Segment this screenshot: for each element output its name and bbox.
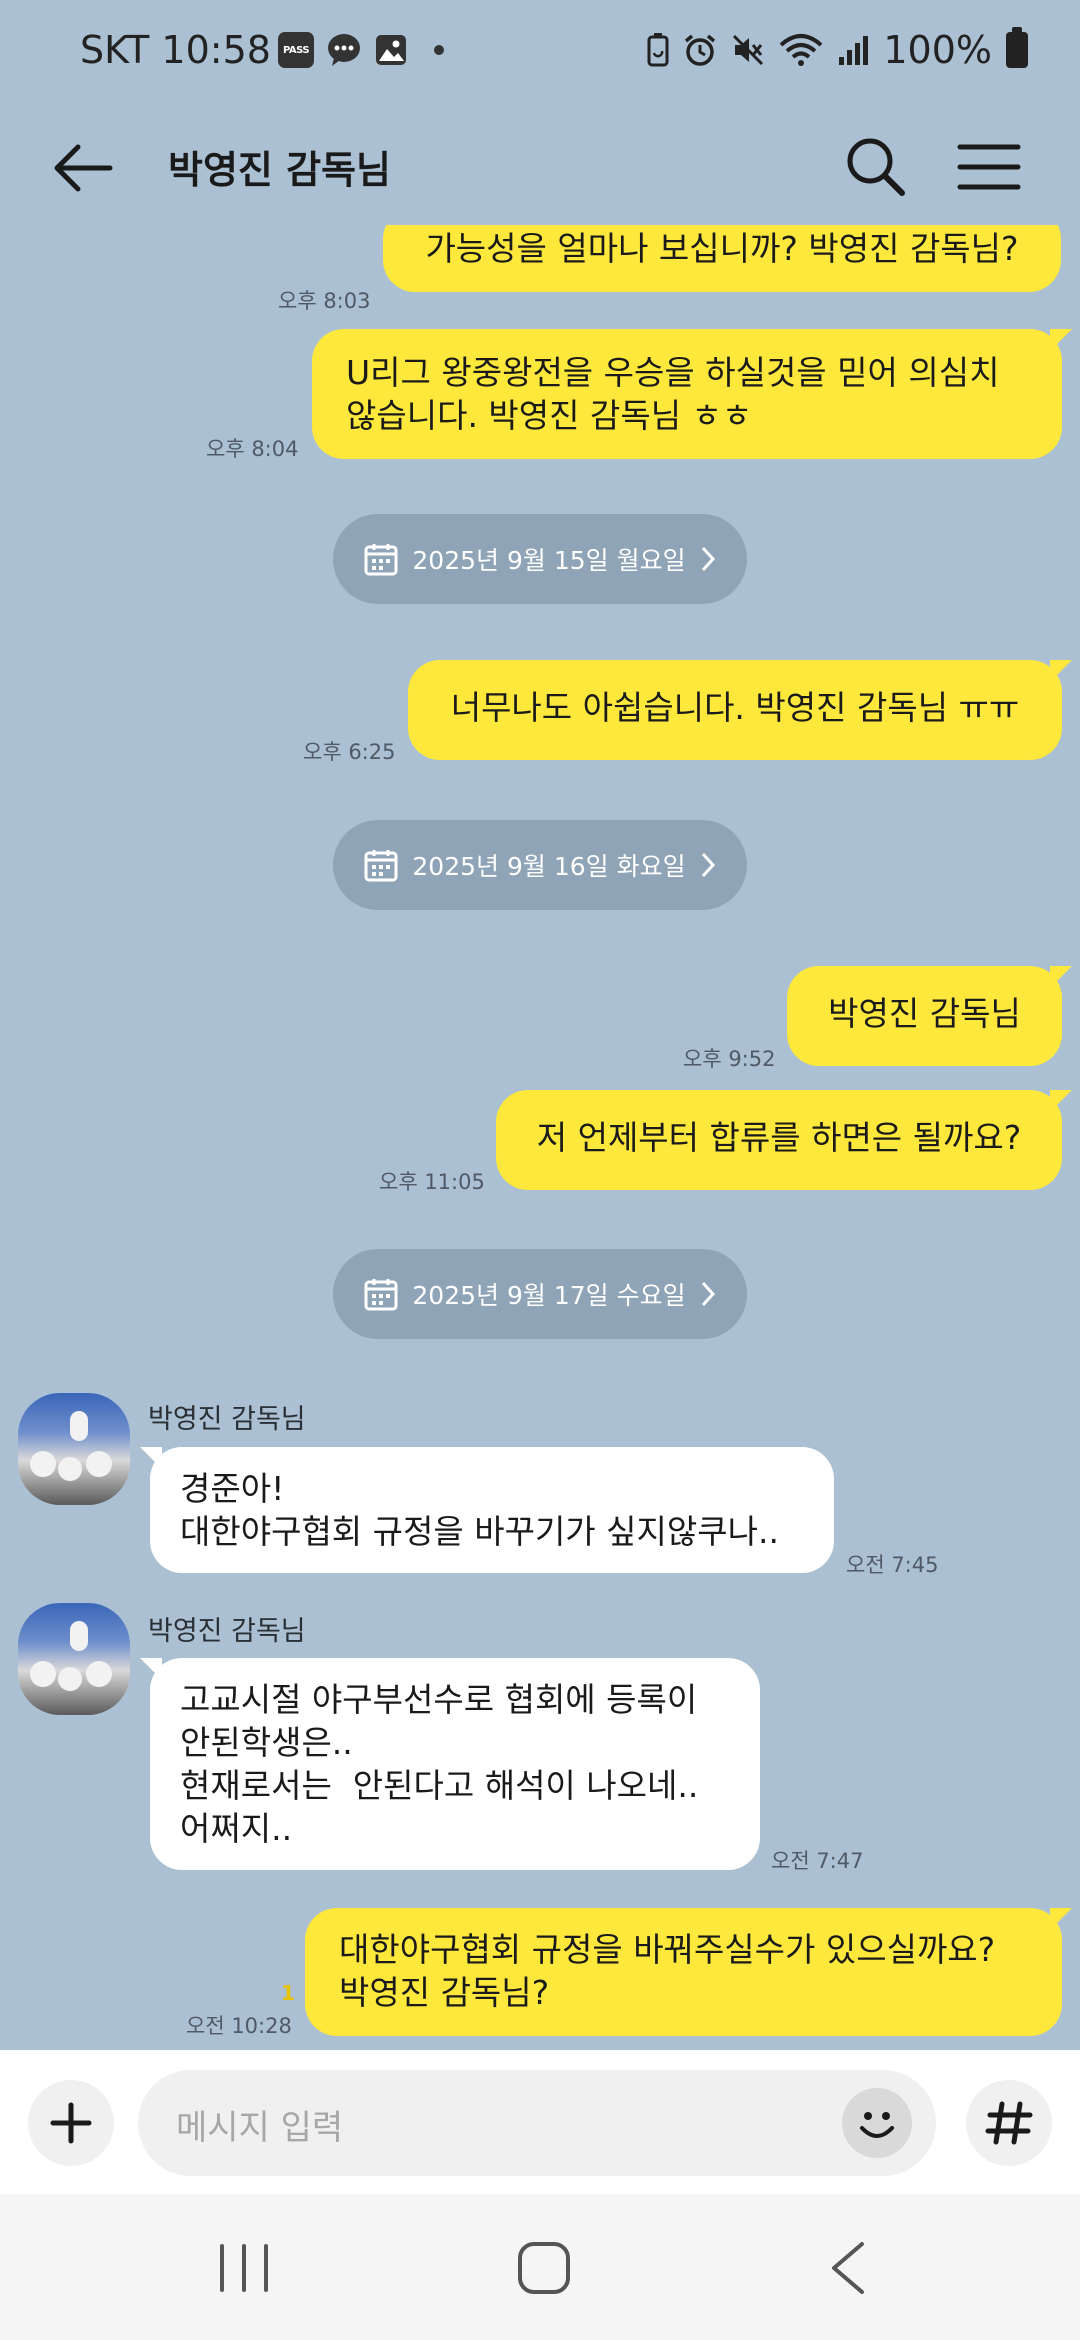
date-separator[interactable]: 2025년 9월 16일 화요일 [333, 820, 747, 910]
message-line: 어쩌지.. [180, 1809, 293, 1848]
my-message-bubble[interactable]: 너무나도 아쉽습니다. 박영진 감독님 ㅠㅠ [408, 660, 1072, 760]
emoji-button[interactable] [842, 2088, 912, 2158]
gallery-icon [376, 35, 406, 65]
clock: 10:58 [161, 28, 271, 72]
avatar-photo-detail [30, 1451, 56, 1477]
message-time: 오후 6:25 [303, 740, 396, 764]
system-nav-bar [0, 2194, 1080, 2340]
avatar[interactable] [18, 1393, 130, 1505]
message-line: 현재로서는 안된다고 해석이 나오네.. [180, 1766, 699, 1805]
dot-icon [434, 45, 444, 55]
date-text: 2025년 9월 17일 수요일 [412, 1281, 686, 1310]
message-line: 안된학생은.. [180, 1723, 353, 1762]
pass-icon: PASS [278, 32, 314, 68]
avatar-photo-detail [58, 1667, 82, 1691]
chat-header: 박영진 감독님 [0, 105, 1080, 225]
chat-title: 박영진 감독님 [168, 148, 391, 192]
message-icon [328, 34, 360, 66]
message-line: 않습니다. 박영진 감독님 ㅎㅎ [346, 396, 753, 435]
avatar-photo-detail [70, 1621, 88, 1651]
avatar[interactable] [18, 1603, 130, 1715]
message-input[interactable]: 메시지 입력 [138, 2070, 936, 2176]
avatar-photo-detail [86, 1451, 112, 1477]
message-time: 오전 10:28 [186, 2014, 292, 2038]
their-message-bubble[interactable]: 경준아! 대한야구협회 규정을 바꾸기가 싶지않쿠나.. [140, 1447, 834, 1573]
message-time: 오후 9:52 [683, 1047, 776, 1071]
back-arrow-icon[interactable] [48, 133, 118, 203]
my-message-bubble[interactable]: 저 언제부터 합류를 하면은 될까요? [496, 1090, 1072, 1190]
message-line: 대한야구협회 규정을 바꾸기가 싶지않쿠나.. [180, 1512, 779, 1551]
chevron-right-icon [701, 546, 715, 572]
date-separator[interactable]: 2025년 9월 17일 수요일 [333, 1249, 747, 1339]
notification-icons: PASS [278, 32, 444, 68]
message-line: 경준아! [180, 1469, 285, 1508]
avatar-photo-detail [86, 1661, 112, 1687]
message-text: 너무나도 아쉽습니다. 박영진 감독님 ㅠㅠ [450, 688, 1020, 727]
chevron-right-icon [701, 1281, 715, 1307]
system-status-icons: 100% [647, 27, 1028, 72]
search-icon[interactable] [840, 131, 910, 201]
message-input-bar: 메시지 입력 [0, 2050, 1080, 2194]
my-message-bubble[interactable]: 박영진 감독님 [787, 966, 1072, 1066]
hashtag-button[interactable] [966, 2080, 1052, 2166]
message-time: 오전 7:47 [771, 1849, 864, 1873]
battery-icon [1006, 27, 1028, 68]
sender-name: 박영진 감독님 [148, 1404, 306, 1435]
date-separator[interactable]: 2025년 9월 15일 월요일 [333, 514, 747, 604]
message-time: 오전 7:45 [846, 1553, 939, 1577]
message-line: U리그 왕중왕전을 우승을 하실것을 믿어 의심치 [346, 353, 1000, 392]
avatar-photo-detail [70, 1411, 88, 1441]
calendar-icon [364, 850, 398, 882]
message-time: 오후 8:03 [278, 289, 371, 313]
message-time: 오후 8:04 [206, 437, 299, 461]
attach-button[interactable] [28, 2080, 114, 2166]
my-message-bubble[interactable]: U리그 왕중왕전을 우승을 하실것을 믿어 의심치 않습니다. 박영진 감독님 … [312, 329, 1072, 459]
home-icon[interactable] [516, 2240, 572, 2296]
calendar-icon [364, 544, 398, 576]
avatar-photo-detail [58, 1457, 82, 1481]
date-text: 2025년 9월 16일 화요일 [412, 852, 686, 881]
plus-icon [50, 2102, 92, 2144]
mute-icon [733, 34, 764, 66]
message-text: 저 언제부터 합류를 하면은 될까요? [536, 1118, 1022, 1157]
their-message-bubble[interactable]: 고교시절 야구부선수로 협회에 등록이 안된학생은.. 현재로서는 안된다고 해… [140, 1658, 760, 1870]
message-text: 박영진 감독님 [828, 994, 1021, 1033]
signal-icon [839, 36, 869, 65]
sender-name: 박영진 감독님 [148, 1616, 306, 1647]
chevron-right-icon [701, 852, 715, 878]
emoji-icon [860, 2112, 894, 2138]
message-line: 대한야구협회 규정을 바꿔주실수가 있으실까요? [339, 1930, 996, 1969]
my-message-bubble[interactable]: 가능성을 얼마나 보십니까? 박영진 감독님? [383, 225, 1071, 292]
wifi-icon [780, 34, 823, 66]
message-list[interactable]: 가능성을 얼마나 보십니까? 박영진 감독님? 오후 8:03 U리그 왕중왕전… [0, 225, 1080, 2050]
message-text: 가능성을 얼마나 보십니까? 박영진 감독님? [425, 229, 1019, 268]
message-time: 오후 11:05 [379, 1170, 485, 1194]
carrier-label: SKT [80, 28, 150, 72]
my-message-bubble[interactable]: 대한야구협회 규정을 바꿔주실수가 있으실까요? 박영진 감독님? [305, 1908, 1072, 2036]
recents-icon[interactable] [216, 2242, 272, 2294]
status-bar: SKT 10:58 PASS 100% [0, 0, 1080, 105]
nav-back-icon[interactable] [824, 2238, 870, 2298]
message-line: 박영진 감독님? [339, 1973, 550, 2012]
input-placeholder: 메시지 입력 [176, 2108, 344, 2148]
status-carrier-time: SKT 10:58 [80, 28, 271, 72]
menu-icon[interactable] [956, 137, 1022, 197]
alarm-icon [685, 34, 716, 66]
date-text: 2025년 9월 15일 월요일 [412, 546, 686, 575]
hash-icon [985, 2101, 1033, 2145]
unread-count: 1 [281, 1981, 295, 2005]
battery-percent: 100% [883, 28, 992, 72]
message-line: 고교시절 야구부선수로 협회에 등록이 [180, 1680, 698, 1719]
battery-saver-icon [647, 33, 669, 67]
avatar-photo-detail [30, 1661, 56, 1687]
calendar-icon [364, 1279, 398, 1311]
